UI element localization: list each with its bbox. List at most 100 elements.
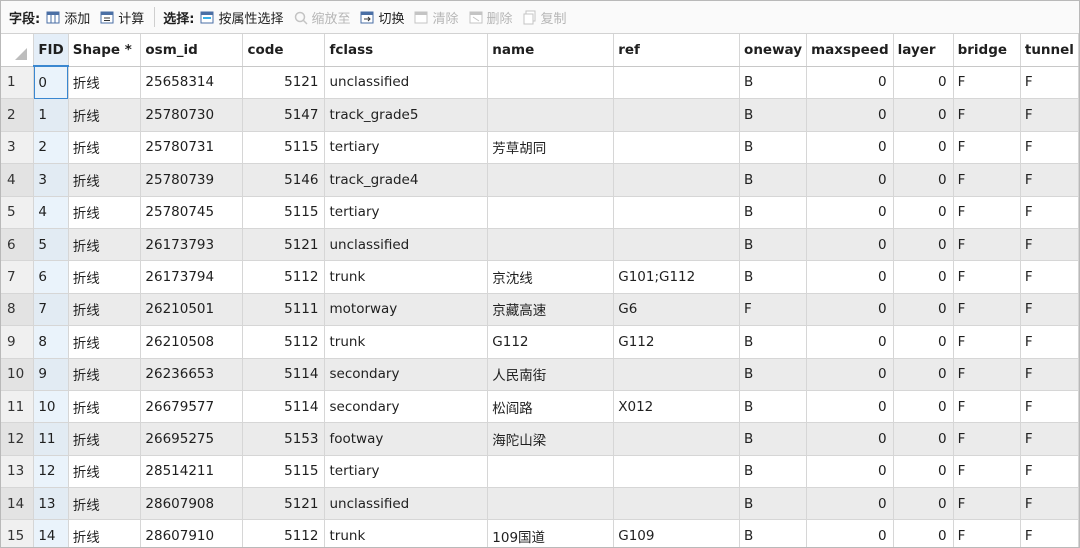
bridge-cell[interactable]: F (953, 422, 1021, 456)
oneway-cell[interactable]: B (739, 487, 808, 521)
maxspeed-cell[interactable]: 0 (806, 66, 894, 100)
ref-cell[interactable]: G112 (613, 325, 741, 359)
shape-cell[interactable]: 折线 (68, 131, 142, 165)
code-cell[interactable]: 5114 (242, 390, 326, 424)
shape-cell[interactable]: 折线 (68, 519, 142, 547)
fid-cell[interactable]: 6 (33, 260, 69, 294)
tunnel-cell[interactable]: F (1020, 455, 1079, 489)
fid-cell[interactable]: 9 (33, 358, 69, 391)
tunnel-cell[interactable]: F (1020, 325, 1079, 359)
maxspeed-cell[interactable]: 0 (806, 196, 894, 229)
ref-cell[interactable]: G109 (613, 519, 741, 547)
bridge-cell[interactable]: F (953, 358, 1021, 391)
ref-cell[interactable] (613, 487, 741, 521)
bridge-cell[interactable]: F (953, 455, 1021, 489)
fid-cell[interactable]: 13 (33, 487, 69, 521)
oneway-cell[interactable]: B (739, 422, 808, 456)
code-cell[interactable]: 5111 (242, 293, 326, 327)
table-row[interactable]: 3 2 折线 25780731 5115 tertiary 芳草胡同 B 0 0 F F (1, 131, 1079, 165)
oneway-cell[interactable]: B (739, 455, 808, 489)
table-row[interactable]: 7 6 折线 26173794 5112 trunk 京沈线 G101;G112 B 0 0 F F (1, 260, 1079, 294)
fclass-cell[interactable]: track_grade4 (324, 163, 489, 197)
table-row[interactable]: 8 7 折线 26210501 5111 motorway 京藏高速 G6 F 0 0 F F (1, 293, 1079, 327)
layer-cell[interactable]: 0 (893, 455, 954, 489)
osm-id-cell[interactable]: 25658314 (140, 66, 244, 100)
fclass-cell[interactable]: footway (324, 422, 489, 456)
maxspeed-cell[interactable]: 0 (806, 358, 894, 391)
bridge-cell[interactable]: F (953, 260, 1021, 294)
shape-cell[interactable]: 折线 (68, 325, 142, 359)
fid-cell[interactable]: 2 (33, 131, 69, 165)
bridge-cell[interactable]: F (953, 131, 1021, 165)
code-cell[interactable]: 5115 (242, 455, 326, 489)
table-row[interactable]: 12 11 折线 26695275 5153 footway 海陀山梁 B 0 0 F F (1, 422, 1079, 456)
layer-cell[interactable]: 0 (893, 196, 954, 229)
maxspeed-cell[interactable]: 0 (806, 390, 894, 424)
fid-cell[interactable]: 11 (33, 422, 69, 456)
layer-cell[interactable]: 0 (893, 390, 954, 424)
osm-id-cell[interactable]: 26236653 (140, 358, 244, 391)
maxspeed-cell[interactable]: 0 (806, 325, 894, 359)
fid-cell[interactable]: 8 (33, 325, 69, 359)
fclass-cell[interactable]: secondary (324, 358, 489, 391)
name-cell[interactable] (487, 66, 615, 100)
oneway-cell[interactable]: B (739, 196, 808, 229)
shape-cell[interactable]: 折线 (68, 455, 142, 489)
layer-cell[interactable]: 0 (893, 131, 954, 165)
oneway-cell[interactable]: B (739, 163, 808, 197)
table-row[interactable]: 5 4 折线 25780745 5115 tertiary B 0 0 F F (1, 196, 1079, 229)
tunnel-cell[interactable]: F (1020, 228, 1079, 262)
oneway-cell[interactable]: B (739, 358, 808, 391)
tunnel-cell[interactable]: F (1020, 519, 1079, 547)
table-row[interactable]: 11 10 折线 26679577 5114 secondary 松阎路 X012 B 0 0 F F (1, 390, 1079, 424)
ref-cell[interactable] (613, 131, 741, 165)
shape-cell[interactable]: 折线 (68, 358, 142, 391)
ref-cell[interactable] (613, 196, 741, 229)
name-cell[interactable]: 海陀山梁 (487, 422, 615, 456)
fclass-cell[interactable]: tertiary (324, 131, 489, 165)
column-header-tunnel[interactable]: tunnel (1020, 34, 1079, 67)
osm-id-cell[interactable]: 25780731 (140, 131, 244, 165)
fid-cell[interactable]: 14 (33, 519, 69, 547)
ref-cell[interactable] (613, 228, 741, 262)
bridge-cell[interactable]: F (953, 325, 1021, 359)
shape-cell[interactable]: 折线 (68, 422, 142, 456)
row-number-cell[interactable]: 3 (1, 131, 35, 165)
row-number-cell[interactable]: 13 (1, 455, 35, 489)
fid-cell[interactable]: 3 (33, 163, 69, 197)
switch-selection-button[interactable]: 切换 (360, 8, 404, 27)
osm-id-cell[interactable]: 26695275 (140, 422, 244, 456)
fid-cell[interactable]: 0 (33, 66, 69, 100)
layer-cell[interactable]: 0 (893, 487, 954, 521)
row-number-cell[interactable]: 11 (1, 390, 35, 424)
row-number-cell[interactable]: 1 (1, 66, 35, 100)
shape-cell[interactable]: 折线 (68, 260, 142, 294)
code-cell[interactable]: 5112 (242, 260, 326, 294)
maxspeed-cell[interactable]: 0 (806, 131, 894, 165)
zoom-to-button[interactable]: 缩放至 (293, 8, 350, 27)
layer-cell[interactable]: 0 (893, 260, 954, 294)
oneway-cell[interactable]: B (739, 390, 808, 424)
code-cell[interactable]: 5121 (242, 487, 326, 521)
table-row[interactable]: 9 8 折线 26210508 5112 trunk G112 G112 B 0 0 F F (1, 325, 1079, 359)
name-cell[interactable] (487, 163, 615, 197)
tunnel-cell[interactable]: F (1020, 163, 1079, 197)
ref-cell[interactable]: G101;G112 (613, 260, 741, 294)
shape-cell[interactable]: 折线 (68, 163, 142, 197)
osm-id-cell[interactable]: 28607908 (140, 487, 244, 521)
bridge-cell[interactable]: F (953, 66, 1021, 100)
fid-cell[interactable]: 1 (33, 98, 69, 132)
maxspeed-cell[interactable]: 0 (806, 163, 894, 197)
maxspeed-cell[interactable]: 0 (806, 422, 894, 456)
code-cell[interactable]: 5121 (242, 66, 326, 100)
row-number-cell[interactable]: 10 (1, 358, 35, 391)
code-cell[interactable]: 5112 (242, 519, 326, 547)
column-header-name[interactable]: name (487, 34, 615, 67)
oneway-cell[interactable]: B (739, 325, 808, 359)
fclass-cell[interactable]: unclassified (324, 487, 489, 521)
ref-cell[interactable] (613, 358, 741, 391)
osm-id-cell[interactable]: 28514211 (140, 455, 244, 489)
row-number-cell[interactable]: 12 (1, 422, 35, 456)
layer-cell[interactable]: 0 (893, 163, 954, 197)
osm-id-cell[interactable]: 26679577 (140, 390, 244, 424)
